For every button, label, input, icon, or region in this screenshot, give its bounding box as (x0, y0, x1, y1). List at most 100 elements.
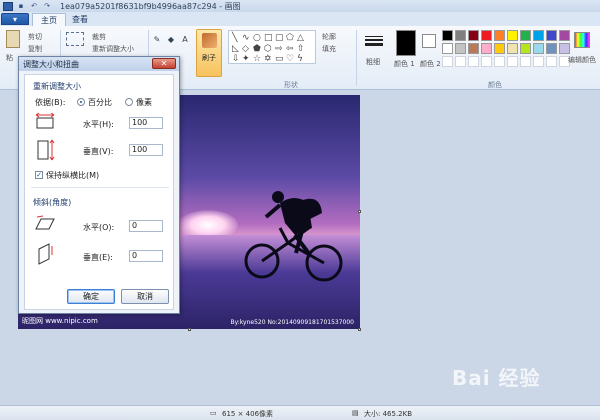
rect-shape-icon[interactable]: □ (264, 33, 273, 43)
arrow-right-shape-icon[interactable]: ⇨ (275, 44, 283, 54)
lightning-shape-icon[interactable]: ϟ (297, 54, 303, 64)
palette-empty-swatch[interactable] (455, 56, 466, 67)
edit-colors-button[interactable]: 编辑颜色 (568, 55, 596, 65)
palette-swatch[interactable] (559, 43, 570, 54)
palette-swatch[interactable] (520, 43, 531, 54)
palette-empty-swatch[interactable] (442, 56, 453, 67)
palette-empty-swatch[interactable] (468, 56, 479, 67)
keep-ratio-checkbox[interactable]: ✓ (35, 171, 43, 179)
ok-button[interactable]: 确定 (67, 289, 115, 304)
pencil-icon[interactable]: ✎ (152, 34, 162, 44)
palette-swatch[interactable] (507, 30, 518, 41)
vertical-label: 垂直(V): (83, 147, 114, 156)
palette-swatch[interactable] (455, 43, 466, 54)
heart-shape-icon[interactable]: ♡ (286, 54, 294, 64)
size-button[interactable]: 粗细 (366, 57, 380, 67)
resize-handle-corner[interactable] (358, 328, 361, 331)
pentagon-shape-icon[interactable]: ⬟ (253, 44, 261, 54)
palette-empty-swatch[interactable] (546, 56, 557, 67)
palette-empty-swatch[interactable] (520, 56, 531, 67)
edit-colors-icon[interactable] (574, 32, 590, 48)
percent-radio[interactable] (77, 98, 85, 106)
palette-swatch[interactable] (442, 30, 453, 41)
vertical-input[interactable]: 100 (129, 144, 163, 156)
horizontal-input[interactable]: 100 (129, 117, 163, 129)
palette-empty-swatch[interactable] (494, 56, 505, 67)
palette-swatch[interactable] (507, 43, 518, 54)
palette-swatch[interactable] (468, 43, 479, 54)
pixels-label: 像素 (136, 98, 152, 107)
palette-swatch[interactable] (481, 43, 492, 54)
crop-button[interactable]: 裁剪 (92, 32, 106, 42)
color2-swatch[interactable] (422, 34, 436, 48)
tab-view[interactable]: 查看 (64, 13, 96, 26)
paint-app-icon[interactable] (3, 1, 13, 11)
callout-shape-icon[interactable]: ▭ (275, 54, 284, 64)
palette-empty-swatch[interactable] (481, 56, 492, 67)
fill-button[interactable]: 填充 (322, 44, 336, 54)
arrow-left-shape-icon[interactable]: ⇦ (286, 44, 294, 54)
redo-icon[interactable]: ↷ (42, 2, 52, 11)
palette-swatch[interactable] (442, 43, 453, 54)
text-icon[interactable]: A (180, 34, 190, 44)
cancel-button[interactable]: 取消 (121, 289, 169, 304)
palette-swatch[interactable] (533, 30, 544, 41)
brush-label: 刷子 (202, 54, 216, 62)
resize-button[interactable]: 重新调整大小 (92, 44, 134, 54)
tab-home[interactable]: 主页 (32, 13, 66, 26)
fill-bucket-icon[interactable]: ◆ (166, 34, 176, 44)
copy-button[interactable]: 复制 (28, 44, 42, 54)
palette-swatch[interactable] (468, 30, 479, 41)
image-dimensions: 615 × 406像素 (222, 410, 274, 418)
triangle-shape-icon[interactable]: △ (297, 33, 304, 43)
color2-button[interactable]: 颜色 2 (420, 59, 441, 69)
palette-swatch[interactable] (494, 43, 505, 54)
save-icon[interactable]: ▪ (16, 2, 26, 11)
hexagon-shape-icon[interactable]: ⬡ (264, 44, 272, 54)
star6-shape-icon[interactable]: ✡ (264, 54, 272, 64)
palette-swatch[interactable] (520, 30, 531, 41)
outline-button[interactable]: 轮廓 (322, 32, 336, 42)
palette-swatch[interactable] (533, 43, 544, 54)
skew-vertical-input[interactable]: 0 (129, 250, 163, 262)
color1-button[interactable]: 颜色 1 (394, 59, 415, 69)
cut-button[interactable]: 剪切 (28, 32, 42, 42)
dialog-body: 重新调整大小 依据(B): 百分比 像素 水平(H): 100 垂直(V): 1… (24, 74, 174, 310)
palette-empty-swatch[interactable] (507, 56, 518, 67)
brush-button[interactable]: 刷子 (196, 29, 222, 77)
arrow-down-shape-icon[interactable]: ⇩ (232, 54, 240, 64)
star5-shape-icon[interactable]: ☆ (253, 54, 261, 64)
select-icon[interactable] (66, 32, 84, 46)
undo-icon[interactable]: ↶ (29, 2, 39, 11)
star4-shape-icon[interactable]: ✦ (242, 54, 250, 64)
file-menu-button[interactable]: ▾ (1, 13, 29, 25)
pixels-radio[interactable] (125, 98, 133, 106)
shapes-gallery[interactable]: ╲ ∿ ○ □ ▢ ⬠ △ ◺ ◇ ⬟ ⬡ ⇨ ⇦ ⇧ ⇩ ✦ ☆ ✡ ▭ ♡ … (228, 30, 316, 64)
line-size-icon[interactable] (364, 32, 384, 50)
oval-shape-icon[interactable]: ○ (253, 33, 261, 43)
line-shape-icon[interactable]: ╲ (232, 33, 237, 43)
rounded-rect-shape-icon[interactable]: ▢ (275, 33, 284, 43)
palette-swatch[interactable] (481, 30, 492, 41)
dialog-close-button[interactable]: ✕ (152, 58, 176, 69)
image-dimensions-icon: ▭ (210, 409, 217, 417)
palette-swatch[interactable] (494, 30, 505, 41)
polygon-shape-icon[interactable]: ⬠ (286, 33, 294, 43)
palette-swatch[interactable] (546, 30, 557, 41)
palette-swatch[interactable] (455, 30, 466, 41)
diamond-shape-icon[interactable]: ◇ (242, 44, 249, 54)
horizontal-skew-icon (35, 215, 55, 230)
palette-swatch[interactable] (559, 30, 570, 41)
palette-swatch[interactable] (546, 43, 557, 54)
color1-swatch[interactable] (396, 30, 416, 56)
paste-button[interactable]: 粘 (6, 53, 13, 63)
palette-empty-swatch[interactable] (533, 56, 544, 67)
resize-handle-bottom[interactable] (188, 328, 191, 331)
curve-shape-icon[interactable]: ∿ (242, 33, 250, 43)
right-triangle-shape-icon[interactable]: ◺ (232, 44, 239, 54)
paste-icon[interactable] (6, 30, 20, 48)
skew-horizontal-input[interactable]: 0 (129, 220, 163, 232)
arrow-up-shape-icon[interactable]: ⇧ (297, 44, 305, 54)
basis-label: 依据(B): (35, 98, 66, 107)
resize-handle-right[interactable] (358, 210, 361, 213)
